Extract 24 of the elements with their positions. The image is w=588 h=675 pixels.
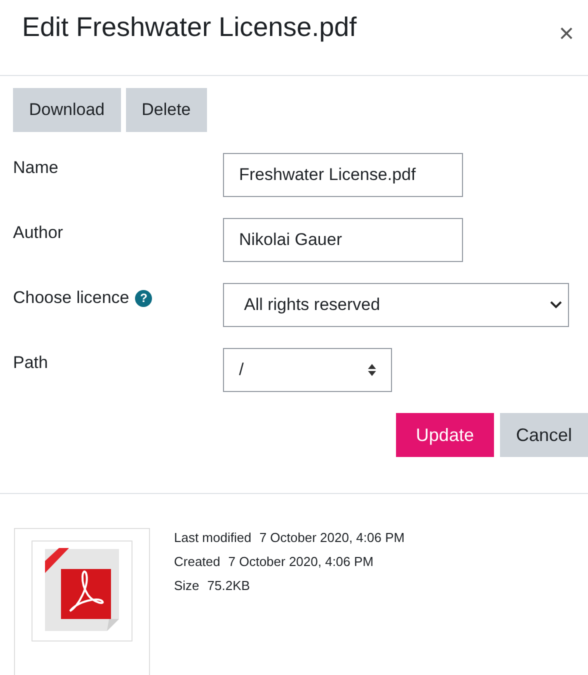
action-button[interactable]: Download: [13, 88, 121, 132]
info-label: Created: [174, 554, 220, 569]
text-field[interactable]: Freshwater License.pdf: [223, 153, 463, 197]
help-icon[interactable]: ?: [135, 290, 152, 306]
action-button[interactable]: Delete: [126, 88, 207, 132]
info-value: 75.2KB: [207, 578, 250, 593]
chevron-down-icon: [550, 301, 562, 309]
field-label: Author: [13, 223, 64, 243]
cancel-button[interactable]: Cancel: [500, 413, 588, 457]
licence-dropdown[interactable]: All rights reserved: [223, 283, 569, 327]
close-button[interactable]: ×: [554, 18, 578, 49]
info-value: 7 October 2020, 4:06 PM: [228, 554, 374, 569]
info-label: Size: [174, 578, 200, 593]
field-label: Path: [13, 353, 48, 373]
dialog-title: Edit Freshwater License.pdf: [22, 12, 357, 43]
path-dropdown[interactable]: /: [223, 348, 392, 392]
info-value: 7 October 2020, 4:06 PM: [259, 530, 405, 545]
field-label: Choose licence: [13, 288, 130, 308]
update-button[interactable]: Update: [396, 413, 494, 457]
text-field[interactable]: Nikolai Gauer: [223, 218, 463, 262]
up-down-icon: [367, 363, 377, 377]
pdf-file-icon: [30, 539, 134, 643]
info-label: Last modified: [174, 530, 252, 545]
field-label: Name: [13, 158, 58, 178]
